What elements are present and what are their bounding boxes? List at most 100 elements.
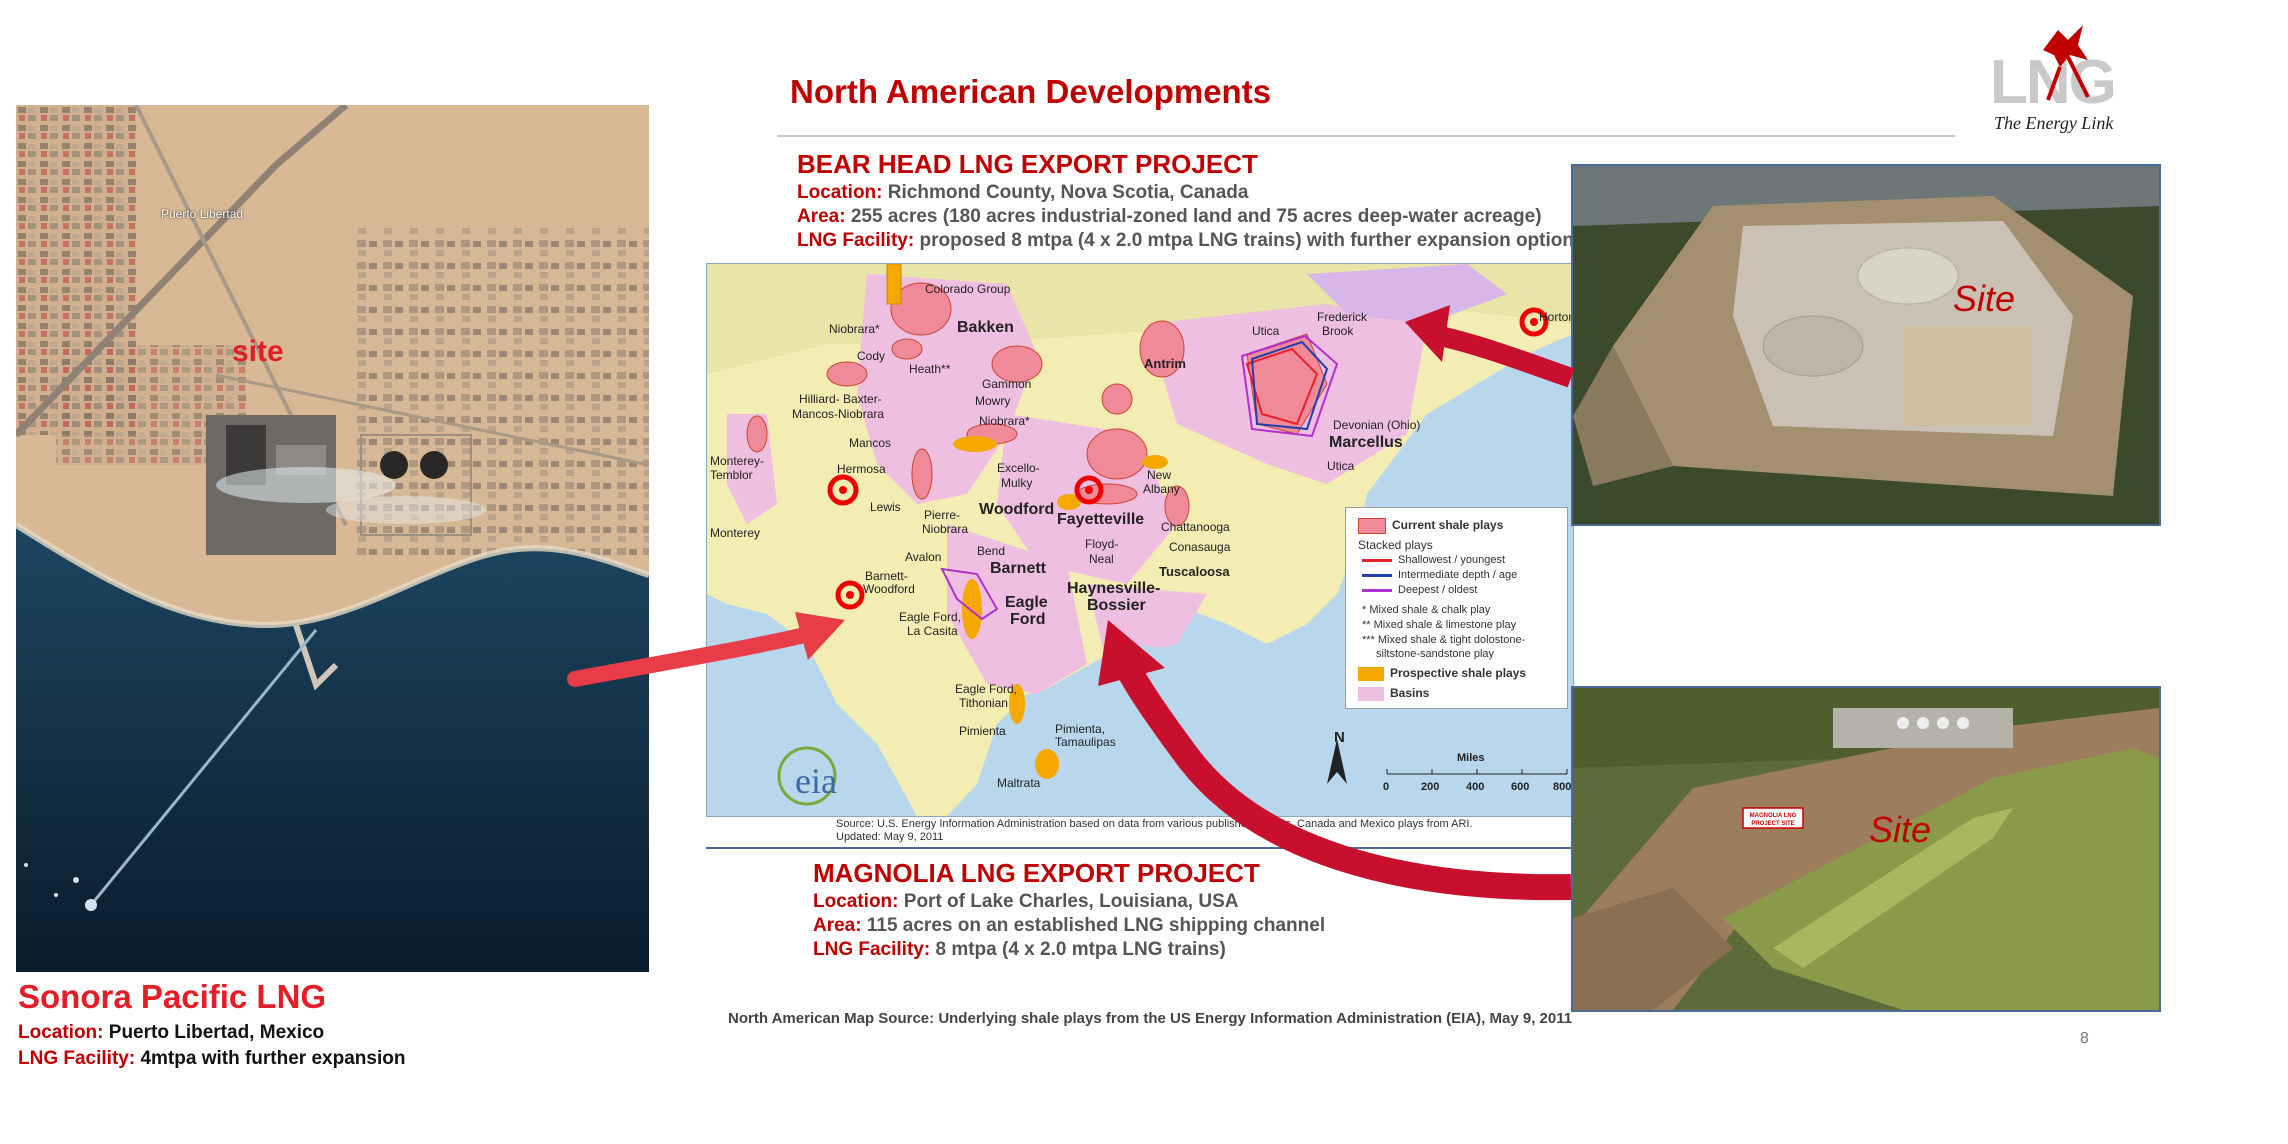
location-key: Location: (18, 1022, 104, 1043)
map-label: Woodford (863, 582, 915, 596)
legend-note: *** Mixed shale & tight dolostone- (1362, 634, 1526, 646)
facility-key: LNG Facility: (18, 1048, 136, 1069)
sonora-location: Location: Puerto Libertad, Mexico (18, 1022, 324, 1044)
area-key: Area: (813, 915, 862, 936)
facility-value: 4mtpa with further expansion (140, 1048, 406, 1069)
map-label: Utica (1252, 324, 1280, 338)
bear-head-location: Location: Richmond County, Nova Scotia, … (797, 182, 1248, 204)
map-label: Bossier (1087, 597, 1146, 614)
area-key: Area: (797, 206, 846, 227)
map-label: Heath** (909, 362, 951, 376)
legend-basins: Basins (1358, 686, 1429, 701)
map-label: Niobrara* (979, 414, 1030, 428)
scale-tick: 200 (1421, 781, 1440, 793)
map-label: Eagle Ford, (955, 682, 1018, 696)
map-updated-line: Updated: May 9, 2011 (836, 831, 944, 843)
location-key: Location: (813, 891, 899, 912)
bear-head-facility: LNG Facility: proposed 8 mtpa (4 x 2.0 m… (797, 230, 1585, 252)
map-label: Horton (1539, 310, 1574, 324)
map-label: Maltrata (997, 776, 1041, 790)
map-label: Utica (1327, 459, 1355, 473)
map-label: Barnett- (865, 569, 908, 583)
map-label: Colorado Group (925, 282, 1011, 296)
bear-head-title: BEAR HEAD LNG EXPORT PROJECT (797, 149, 1258, 179)
magnolia-site-label: Site (1869, 809, 1932, 850)
sonora-facility: LNG Facility: 4mtpa with further expansi… (18, 1048, 405, 1070)
map-label: Antrim (1144, 356, 1186, 371)
town-label: Puerto Libertad (161, 207, 244, 221)
sonora-marker-icon (835, 580, 865, 610)
facility-value: proposed 8 mtpa (4 x 2.0 mtpa LNG trains… (919, 230, 1585, 251)
bear-head-site-photo: Site (1571, 164, 2161, 526)
scale-tick: 0 (1383, 781, 1390, 793)
legend-prospective: Prospective shale plays (1358, 666, 1526, 681)
legend-deepest: Deepest / oldest (1362, 584, 1478, 596)
map-label: Mancos (849, 436, 892, 450)
magnolia-title: MAGNOLIA LNG EXPORT PROJECT (813, 858, 1260, 888)
map-label: Ford (1010, 611, 1046, 628)
map-label: Conasauga (1169, 540, 1231, 554)
map-label: Albany (1143, 482, 1180, 496)
map-label: Pimienta, (1055, 722, 1106, 736)
map-label: Barnett (990, 560, 1047, 577)
map-label: Floyd- (1085, 537, 1119, 551)
map-label: Tamaulipas (1055, 735, 1116, 749)
map-label: Neal (1089, 552, 1114, 566)
scale-title: Miles (1457, 752, 1485, 764)
map-label: La Casita (907, 624, 958, 638)
map-label: Gammon (982, 377, 1032, 391)
map-label: Eagle (1005, 594, 1048, 611)
map-label: Mulky (1001, 476, 1033, 490)
legend-intermediate: Intermediate depth / age (1362, 569, 1517, 581)
location-value: Richmond County, Nova Scotia, Canada (887, 182, 1249, 203)
svg-text:MAGNOLIA LNG: MAGNOLIA LNG (1750, 813, 1797, 819)
scale-tick: 600 (1511, 781, 1530, 793)
map-label: Cody (857, 349, 886, 363)
legend-label: Intermediate depth / age (1398, 569, 1518, 581)
legend-label: Basins (1390, 686, 1430, 700)
map-label: Tuscaloosa (1159, 564, 1230, 579)
scale-tick: 800 (1553, 781, 1572, 793)
north-arrow-label: N (1334, 729, 1345, 746)
current-swatch (1358, 518, 1386, 534)
map-label: Hilliard- Baxter- (799, 392, 882, 406)
intermediate-swatch (1362, 573, 1392, 577)
facility-key: LNG Facility: (797, 230, 915, 251)
map-label: Mowry (975, 394, 1011, 408)
map-label: Marcellus (1329, 434, 1403, 451)
magnolia-facility: LNG Facility: 8 mtpa (4 x 2.0 mtpa LNG t… (813, 939, 1226, 961)
location-key: Location: (797, 182, 883, 203)
shallowest-swatch (1362, 558, 1392, 562)
map-bottom-rule (706, 847, 1572, 849)
footer-source: North American Map Source: Underlying sh… (728, 1010, 1573, 1027)
map-label: Niobrara* (829, 322, 880, 336)
header-divider (777, 135, 1955, 137)
map-label: Brook (1322, 324, 1354, 338)
deepest-swatch (1362, 588, 1392, 592)
sonora-title: Sonora Pacific LNG (18, 978, 327, 1015)
map-source-line: Source: U.S. Energy Information Administ… (836, 818, 1473, 830)
map-label: Eagle Ford, (899, 610, 962, 624)
legend-note: ** Mixed shale & limestone play (1362, 619, 1517, 631)
legend-label: Current shale plays (1392, 518, 1504, 533)
map-label: Hermosa (837, 462, 886, 476)
map-label: New (1147, 468, 1172, 482)
map-label: Avalon (905, 550, 942, 564)
map-label: Monterey-Temblor (710, 454, 765, 482)
svg-text:PROJECT SITE: PROJECT SITE (1751, 821, 1794, 827)
bear-head-area: Area: 255 acres (180 acres industrial-zo… (797, 206, 1542, 228)
map-label: Excello- (997, 461, 1040, 475)
scale-tick: 400 (1466, 781, 1485, 793)
magnolia-location: Location: Port of Lake Charles, Louisian… (813, 891, 1238, 913)
lng-logo: LNG The Energy Link (1988, 5, 2123, 140)
shale-plays-map: Colorado Group Bakken Niobrara* Cody Hea… (706, 263, 1574, 817)
map-label: Fayetteville (1057, 511, 1145, 528)
legend-note: siltstone-sandstone play (1376, 648, 1495, 660)
map-label: Monterey (710, 526, 761, 540)
page-number: 8 (2080, 1030, 2089, 1047)
legend-shallowest: Shallowest / youngest (1362, 554, 1505, 566)
site-label: site (232, 335, 284, 368)
map-label: Pimienta (959, 724, 1006, 738)
page-title: North American Developments (790, 73, 1272, 110)
location-value: Puerto Libertad, Mexico (108, 1022, 325, 1043)
